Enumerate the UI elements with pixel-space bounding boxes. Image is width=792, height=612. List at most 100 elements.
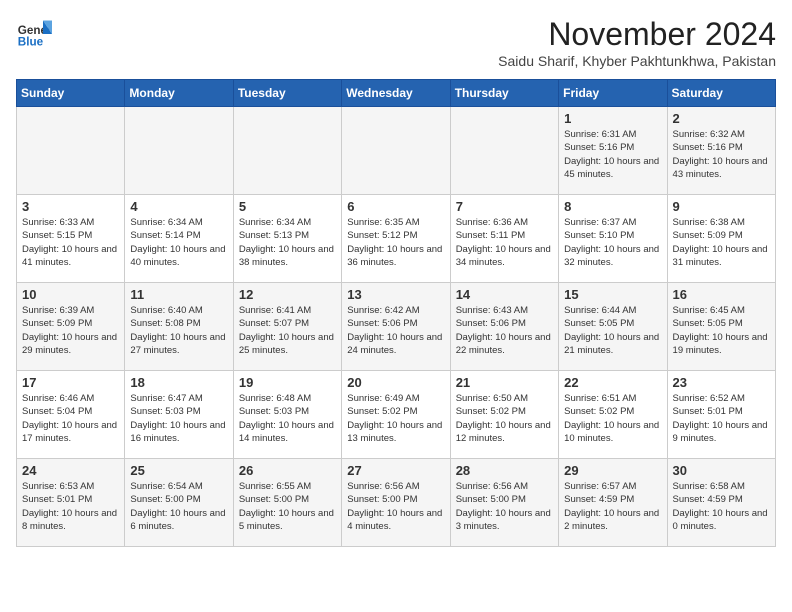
calendar-cell: 16Sunrise: 6:45 AM Sunset: 5:05 PM Dayli… (667, 283, 775, 371)
day-number: 5 (239, 199, 336, 214)
day-number: 13 (347, 287, 444, 302)
day-number: 9 (673, 199, 770, 214)
calendar-cell: 2 Sunrise: 6:32 AM Sunset: 5:16 PM Daylig… (667, 107, 775, 195)
day-info: Sunrise: 6:40 AM Sunset: 5:08 PM Dayligh… (130, 304, 227, 357)
day-number: 26 (239, 463, 336, 478)
day-number: 11 (130, 287, 227, 302)
title-block: November 2024 Saidu Sharif, Khyber Pakht… (498, 16, 776, 69)
day-info: Sunrise: 6:48 AM Sunset: 5:03 PM Dayligh… (239, 392, 336, 445)
day-info: Sunrise: 6:54 AM Sunset: 5:00 PM Dayligh… (130, 480, 227, 533)
calendar-cell: 4 Sunrise: 6:34 AM Sunset: 5:14 PM Daylig… (125, 195, 233, 283)
calendar-cell (125, 107, 233, 195)
calendar-cell: 5 Sunrise: 6:34 AM Sunset: 5:13 PM Daylig… (233, 195, 341, 283)
day-info: Sunrise: 6:55 AM Sunset: 5:00 PM Dayligh… (239, 480, 336, 533)
day-info: Sunrise: 6:51 AM Sunset: 5:02 PM Dayligh… (564, 392, 661, 445)
day-number: 10 (22, 287, 119, 302)
day-info: Sunrise: 6:33 AM Sunset: 5:15 PM Dayligh… (22, 216, 119, 269)
calendar-cell: 30Sunrise: 6:58 AM Sunset: 4:59 PM Dayli… (667, 459, 775, 547)
calendar-cell (233, 107, 341, 195)
day-number: 6 (347, 199, 444, 214)
calendar-cell: 9 Sunrise: 6:38 AM Sunset: 5:09 PM Daylig… (667, 195, 775, 283)
calendar-cell: 17 Sunrise: 6:46 AM Sunset: 5:04 PM Dayli… (17, 371, 125, 459)
header-friday: Friday (559, 80, 667, 107)
calendar-cell: 29 Sunrise: 6:57 AM Sunset: 4:59 PM Dayli… (559, 459, 667, 547)
day-info: Sunrise: 6:53 AM Sunset: 5:01 PM Dayligh… (22, 480, 119, 533)
day-info: Sunrise: 6:56 AM Sunset: 5:00 PM Dayligh… (347, 480, 444, 533)
calendar-week-2: 3 Sunrise: 6:33 AM Sunset: 5:15 PM Daylig… (17, 195, 776, 283)
day-number: 7 (456, 199, 553, 214)
calendar-cell: 15 Sunrise: 6:44 AM Sunset: 5:05 PM Dayli… (559, 283, 667, 371)
day-number: 22 (564, 375, 661, 390)
calendar-cell: 27 Sunrise: 6:56 AM Sunset: 5:00 PM Dayli… (342, 459, 450, 547)
calendar-header-row: SundayMondayTuesdayWednesdayThursdayFrid… (17, 80, 776, 107)
calendar-week-5: 24Sunrise: 6:53 AM Sunset: 5:01 PM Dayli… (17, 459, 776, 547)
calendar-cell: 13 Sunrise: 6:42 AM Sunset: 5:06 PM Dayli… (342, 283, 450, 371)
day-info: Sunrise: 6:57 AM Sunset: 4:59 PM Dayligh… (564, 480, 661, 533)
calendar-cell: 7Sunrise: 6:36 AM Sunset: 5:11 PM Daylig… (450, 195, 558, 283)
day-info: Sunrise: 6:35 AM Sunset: 5:12 PM Dayligh… (347, 216, 444, 269)
day-info: Sunrise: 6:50 AM Sunset: 5:02 PM Dayligh… (456, 392, 553, 445)
day-info: Sunrise: 6:43 AM Sunset: 5:06 PM Dayligh… (456, 304, 553, 357)
calendar-cell: 28Sunrise: 6:56 AM Sunset: 5:00 PM Dayli… (450, 459, 558, 547)
day-number: 3 (22, 199, 119, 214)
day-info: Sunrise: 6:34 AM Sunset: 5:13 PM Dayligh… (239, 216, 336, 269)
day-info: Sunrise: 6:38 AM Sunset: 5:09 PM Dayligh… (673, 216, 770, 269)
day-number: 1 (564, 111, 661, 126)
page-header: General Blue November 2024 Saidu Sharif,… (16, 16, 776, 69)
calendar-cell: 26 Sunrise: 6:55 AM Sunset: 5:00 PM Dayli… (233, 459, 341, 547)
logo-icon: General Blue (16, 16, 52, 52)
day-number: 18 (130, 375, 227, 390)
calendar-cell: 3 Sunrise: 6:33 AM Sunset: 5:15 PM Daylig… (17, 195, 125, 283)
calendar-cell: 22 Sunrise: 6:51 AM Sunset: 5:02 PM Dayli… (559, 371, 667, 459)
day-number: 27 (347, 463, 444, 478)
day-number: 17 (22, 375, 119, 390)
day-info: Sunrise: 6:31 AM Sunset: 5:16 PM Dayligh… (564, 128, 661, 181)
calendar-cell: 23 Sunrise: 6:52 AM Sunset: 5:01 PM Dayli… (667, 371, 775, 459)
calendar-cell: 18 Sunrise: 6:47 AM Sunset: 5:03 PM Dayli… (125, 371, 233, 459)
day-number: 15 (564, 287, 661, 302)
day-number: 2 (673, 111, 770, 126)
calendar-cell: 8 Sunrise: 6:37 AM Sunset: 5:10 PM Daylig… (559, 195, 667, 283)
calendar-week-4: 17 Sunrise: 6:46 AM Sunset: 5:04 PM Dayli… (17, 371, 776, 459)
calendar-cell: 25 Sunrise: 6:54 AM Sunset: 5:00 PM Dayli… (125, 459, 233, 547)
day-info: Sunrise: 6:32 AM Sunset: 5:16 PM Dayligh… (673, 128, 770, 181)
day-info: Sunrise: 6:47 AM Sunset: 5:03 PM Dayligh… (130, 392, 227, 445)
day-number: 8 (564, 199, 661, 214)
day-number: 30 (673, 463, 770, 478)
calendar-table: SundayMondayTuesdayWednesdayThursdayFrid… (16, 79, 776, 547)
day-info: Sunrise: 6:49 AM Sunset: 5:02 PM Dayligh… (347, 392, 444, 445)
day-number: 12 (239, 287, 336, 302)
day-info: Sunrise: 6:34 AM Sunset: 5:14 PM Dayligh… (130, 216, 227, 269)
calendar-cell: 19 Sunrise: 6:48 AM Sunset: 5:03 PM Dayli… (233, 371, 341, 459)
location-subtitle: Saidu Sharif, Khyber Pakhtunkhwa, Pakist… (498, 53, 776, 69)
day-info: Sunrise: 6:44 AM Sunset: 5:05 PM Dayligh… (564, 304, 661, 357)
day-info: Sunrise: 6:45 AM Sunset: 5:05 PM Dayligh… (673, 304, 770, 357)
day-number: 28 (456, 463, 553, 478)
calendar-cell: 21 Sunrise: 6:50 AM Sunset: 5:02 PM Dayli… (450, 371, 558, 459)
day-number: 19 (239, 375, 336, 390)
header-tuesday: Tuesday (233, 80, 341, 107)
calendar-cell: 24Sunrise: 6:53 AM Sunset: 5:01 PM Dayli… (17, 459, 125, 547)
day-number: 29 (564, 463, 661, 478)
svg-text:Blue: Blue (18, 36, 44, 49)
header-wednesday: Wednesday (342, 80, 450, 107)
day-number: 14 (456, 287, 553, 302)
header-sunday: Sunday (17, 80, 125, 107)
day-info: Sunrise: 6:46 AM Sunset: 5:04 PM Dayligh… (22, 392, 119, 445)
day-number: 25 (130, 463, 227, 478)
calendar-cell: 10Sunrise: 6:39 AM Sunset: 5:09 PM Dayli… (17, 283, 125, 371)
day-info: Sunrise: 6:52 AM Sunset: 5:01 PM Dayligh… (673, 392, 770, 445)
header-thursday: Thursday (450, 80, 558, 107)
day-number: 20 (347, 375, 444, 390)
day-number: 4 (130, 199, 227, 214)
header-monday: Monday (125, 80, 233, 107)
day-info: Sunrise: 6:42 AM Sunset: 5:06 PM Dayligh… (347, 304, 444, 357)
day-number: 23 (673, 375, 770, 390)
calendar-week-1: 1 Sunrise: 6:31 AM Sunset: 5:16 PM Daylig… (17, 107, 776, 195)
day-info: Sunrise: 6:37 AM Sunset: 5:10 PM Dayligh… (564, 216, 661, 269)
day-number: 21 (456, 375, 553, 390)
calendar-cell (17, 107, 125, 195)
calendar-cell: 11 Sunrise: 6:40 AM Sunset: 5:08 PM Dayli… (125, 283, 233, 371)
calendar-cell (342, 107, 450, 195)
calendar-cell (450, 107, 558, 195)
